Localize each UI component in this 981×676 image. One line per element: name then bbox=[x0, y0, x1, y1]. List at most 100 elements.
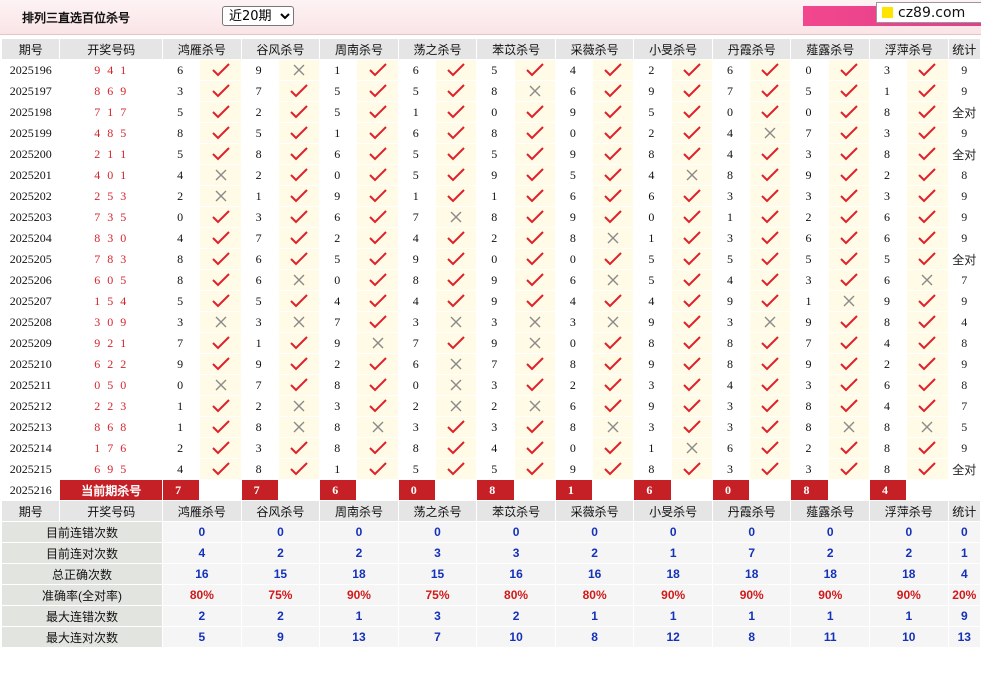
cross-icon bbox=[686, 169, 698, 181]
mark-cell bbox=[749, 332, 792, 354]
tick-icon bbox=[368, 147, 387, 161]
cross-icon bbox=[607, 316, 619, 328]
stats-value-cell: 10 bbox=[869, 626, 949, 648]
mark-cell bbox=[670, 143, 713, 165]
table-row: 2025206 6 0 586089654367 bbox=[0, 269, 981, 291]
pick-value-cell: 7 bbox=[240, 80, 279, 102]
pick-value-cell: 8 bbox=[319, 437, 358, 459]
pick-value-cell: 6 bbox=[869, 206, 908, 228]
col-header-predictor: 周南杀号 bbox=[319, 38, 399, 60]
stats-value-cell: 5 bbox=[162, 626, 242, 648]
draw-number-cell: 7 1 7 bbox=[59, 101, 164, 123]
tick-icon bbox=[840, 441, 858, 455]
mark-cell bbox=[827, 269, 871, 291]
mark-cell bbox=[827, 143, 871, 165]
mark-cell bbox=[513, 311, 556, 333]
pick-value-cell: 9 bbox=[397, 248, 437, 270]
mark-cell bbox=[749, 59, 792, 81]
issue-cell: 2025212 bbox=[0, 395, 61, 417]
mark-cell bbox=[592, 458, 635, 480]
tick-icon bbox=[918, 84, 937, 98]
brand-logo[interactable]: cz89.com bbox=[876, 2, 981, 23]
tick-icon bbox=[683, 294, 701, 308]
mark-cell bbox=[199, 395, 242, 417]
pick-value-cell: 0 bbox=[162, 374, 201, 396]
pick-value-cell: 6 bbox=[554, 185, 594, 207]
pick-value-cell: 6 bbox=[869, 269, 908, 291]
tick-icon bbox=[761, 84, 780, 98]
tick-icon bbox=[447, 336, 465, 350]
tick-icon bbox=[290, 189, 308, 203]
stats-value-cell: 15 bbox=[240, 563, 321, 585]
stats-value-cell: 80% bbox=[476, 584, 556, 606]
pick-value-cell: 8 bbox=[869, 143, 908, 165]
current-pick-cell: 7 bbox=[162, 479, 201, 501]
current-blank-cell bbox=[513, 479, 556, 501]
mark-cell bbox=[670, 269, 713, 291]
tick-icon bbox=[918, 168, 937, 182]
draw-number-cell: 8 6 9 bbox=[59, 80, 164, 102]
mark-cell bbox=[277, 374, 321, 396]
mark-cell bbox=[749, 416, 792, 438]
current-pick-cell: 7 bbox=[240, 479, 279, 501]
issue-cell: 2025214 bbox=[0, 437, 61, 459]
mark-cell bbox=[749, 101, 792, 123]
mark-cell bbox=[906, 227, 949, 249]
cross-icon bbox=[450, 358, 462, 370]
mark-cell bbox=[592, 269, 635, 291]
pick-value-cell: 2 bbox=[240, 101, 279, 123]
pick-value-cell: 4 bbox=[869, 395, 908, 417]
pick-value-cell: 1 bbox=[633, 227, 672, 249]
stats-value-cell: 0 bbox=[397, 521, 478, 543]
pick-value-cell: 3 bbox=[633, 416, 672, 438]
stats-value-cell: 18 bbox=[869, 563, 949, 585]
tick-icon bbox=[447, 441, 465, 455]
pick-value-cell: 4 bbox=[711, 374, 751, 396]
mark-cell bbox=[670, 101, 713, 123]
tick-icon bbox=[525, 378, 544, 392]
mark-cell bbox=[906, 59, 949, 81]
pick-value-cell: 8 bbox=[633, 458, 672, 480]
mark-cell bbox=[356, 143, 399, 165]
cross-icon bbox=[450, 211, 462, 223]
pick-value-cell: 8 bbox=[476, 80, 515, 102]
stats-value-cell: 90% bbox=[790, 584, 871, 606]
pick-value-cell: 5 bbox=[319, 248, 358, 270]
tick-icon bbox=[840, 462, 858, 476]
tick-icon bbox=[761, 399, 780, 413]
pick-value-cell: 4 bbox=[476, 437, 515, 459]
pick-value-cell: 9 bbox=[790, 164, 829, 186]
cross-icon bbox=[529, 400, 541, 412]
pick-value-cell: 8 bbox=[476, 122, 515, 144]
pick-value-cell: 8 bbox=[554, 416, 594, 438]
cross-icon bbox=[921, 274, 933, 286]
pick-value-cell: 5 bbox=[476, 458, 515, 480]
pick-value-cell: 7 bbox=[476, 353, 515, 375]
pick-value-cell: 6 bbox=[869, 227, 908, 249]
cross-icon bbox=[215, 379, 226, 391]
pick-value-cell: 8 bbox=[869, 416, 908, 438]
mark-cell bbox=[277, 59, 321, 81]
stats-value-cell: 13 bbox=[319, 626, 399, 648]
pick-value-cell: 7 bbox=[319, 311, 358, 333]
pick-value-cell: 5 bbox=[319, 80, 358, 102]
tick-icon bbox=[368, 84, 387, 98]
pick-value-cell: 4 bbox=[711, 269, 751, 291]
cross-icon bbox=[607, 232, 619, 244]
issue-cell: 2025202 bbox=[0, 185, 61, 207]
stats-count-cell: 4 bbox=[947, 563, 981, 585]
pick-value-cell: 6 bbox=[790, 227, 829, 249]
pick-value-cell: 4 bbox=[633, 164, 672, 186]
period-select[interactable]: 近20期 bbox=[222, 6, 294, 26]
tick-icon bbox=[840, 126, 858, 140]
col-header-predictor: 谷风杀号 bbox=[240, 500, 321, 522]
pick-value-cell: 1 bbox=[319, 458, 358, 480]
stats-value-cell: 0 bbox=[790, 521, 871, 543]
mark-cell bbox=[356, 458, 399, 480]
mark-cell bbox=[592, 374, 635, 396]
pick-value-cell: 2 bbox=[554, 374, 594, 396]
table-row: 2025196 9 4 169165426039 bbox=[0, 59, 981, 81]
stats-value-cell: 75% bbox=[397, 584, 478, 606]
cross-icon bbox=[293, 64, 305, 76]
mark-cell bbox=[434, 59, 478, 81]
